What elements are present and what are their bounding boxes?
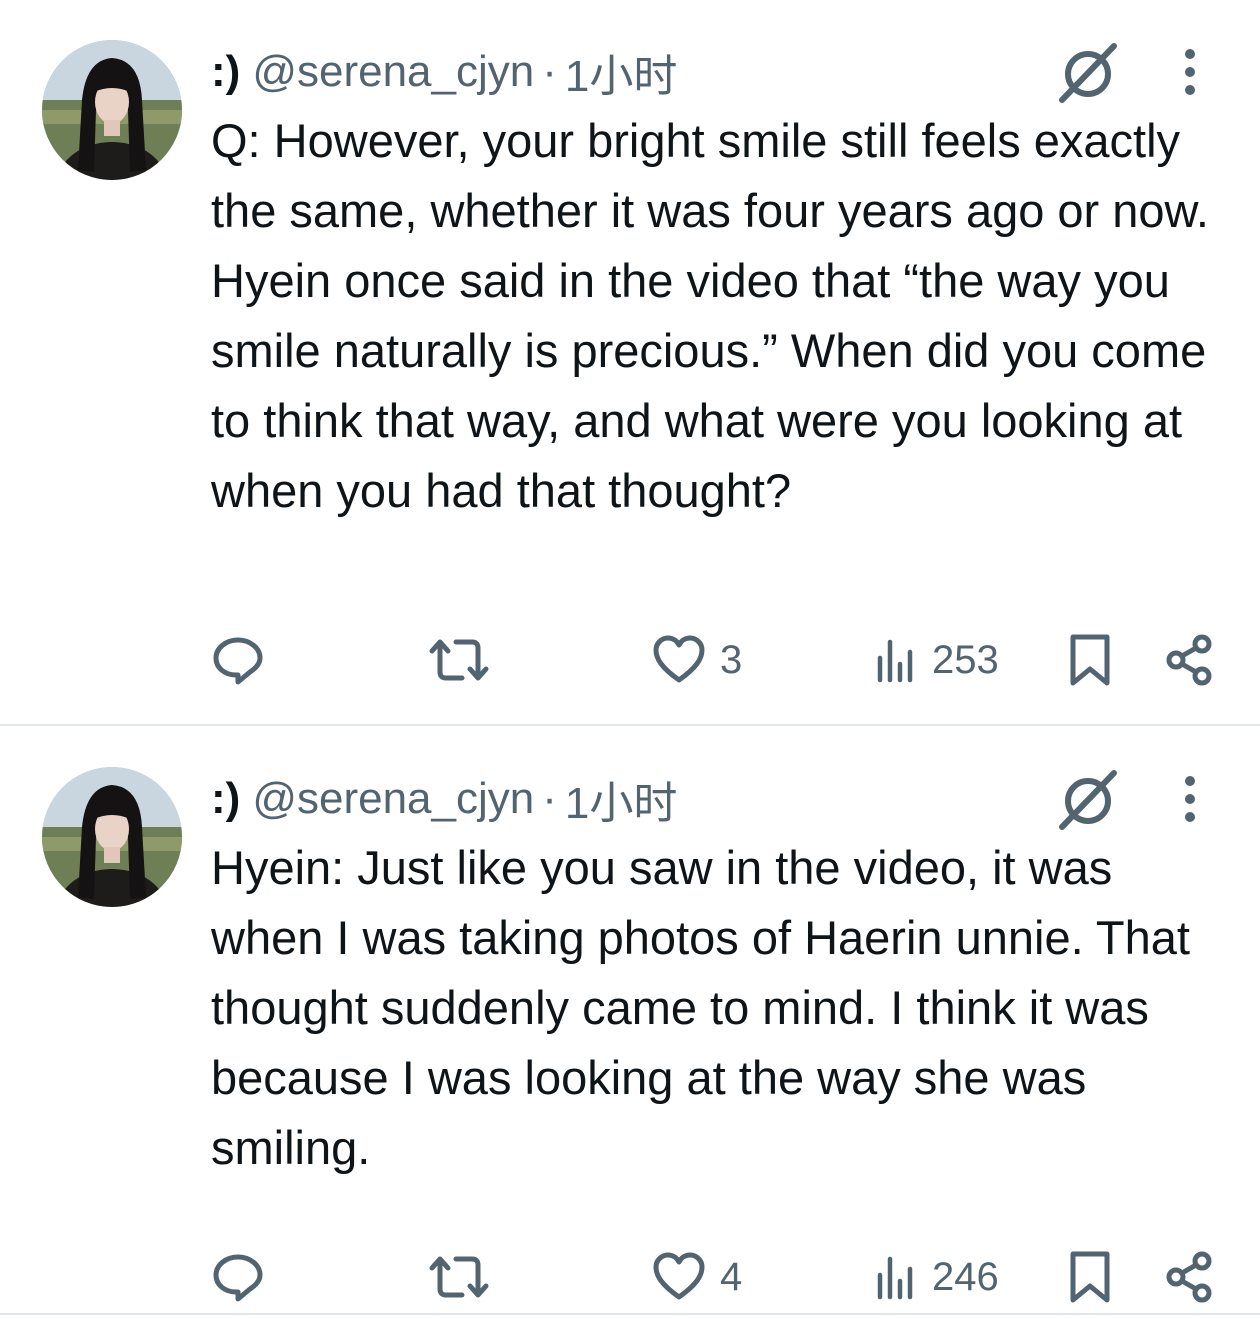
grok-icon[interactable]: [1056, 40, 1120, 104]
reply-icon: [213, 637, 263, 685]
share-icon: [1166, 634, 1212, 686]
separator: ·: [542, 47, 557, 96]
display-name[interactable]: :): [211, 774, 240, 824]
user-handle[interactable]: @serena_cjyn: [252, 774, 534, 824]
display-name[interactable]: :): [211, 47, 240, 97]
view-count: 246: [932, 1254, 999, 1299]
action-bar: 4 246: [0, 1247, 1260, 1307]
heart-icon: [653, 1252, 705, 1300]
retweet-button[interactable]: [428, 1247, 490, 1307]
reply-button[interactable]: [212, 630, 264, 690]
avatar[interactable]: [42, 40, 182, 180]
retweet-button[interactable]: [428, 630, 490, 690]
tweet-text: Q: However, your bright smile still feel…: [211, 114, 1209, 517]
like-button[interactable]: 3: [652, 630, 742, 690]
tweet[interactable]: :) @serena_cjyn · 1小时 Q: However, your b…: [0, 0, 1260, 725]
share-button[interactable]: [1164, 630, 1214, 690]
timestamp[interactable]: 1小时: [565, 767, 677, 831]
tweet[interactable]: :) @serena_cjyn · 1小时 Hyein: Just like y…: [0, 727, 1260, 1313]
grok-icon[interactable]: [1056, 767, 1120, 831]
bookmark-button[interactable]: [1068, 630, 1112, 690]
reply-button[interactable]: [212, 1247, 264, 1307]
tweet-header: :) @serena_cjyn · 1小时: [211, 769, 677, 829]
views-icon: [877, 639, 913, 683]
like-count: 3: [720, 637, 743, 682]
reply-icon: [213, 1254, 263, 1302]
retweet-icon: [429, 1256, 489, 1298]
divider: [0, 1313, 1260, 1315]
views-icon: [877, 1256, 913, 1300]
bookmark-icon: [1070, 1251, 1110, 1303]
timestamp[interactable]: 1小时: [565, 40, 677, 104]
divider: [0, 724, 1260, 726]
heart-icon: [653, 635, 705, 683]
more-icon[interactable]: [1170, 773, 1210, 829]
retweet-icon: [429, 639, 489, 681]
views-button[interactable]: 253: [874, 630, 999, 690]
bookmark-button[interactable]: [1068, 1247, 1112, 1307]
more-icon[interactable]: [1170, 46, 1210, 102]
avatar[interactable]: [42, 767, 182, 907]
views-button[interactable]: 246: [874, 1247, 999, 1307]
share-button[interactable]: [1164, 1247, 1214, 1307]
like-button[interactable]: 4: [652, 1247, 742, 1307]
like-count: 4: [720, 1254, 743, 1299]
view-count: 253: [932, 637, 999, 682]
separator: ·: [542, 774, 557, 823]
action-bar: 3 253: [0, 630, 1260, 690]
share-icon: [1166, 1251, 1212, 1303]
user-handle[interactable]: @serena_cjyn: [252, 47, 534, 97]
tweet-text: Hyein: Just like you saw in the video, i…: [211, 841, 1190, 1174]
bookmark-icon: [1070, 634, 1110, 686]
tweet-header: :) @serena_cjyn · 1小时: [211, 42, 677, 102]
